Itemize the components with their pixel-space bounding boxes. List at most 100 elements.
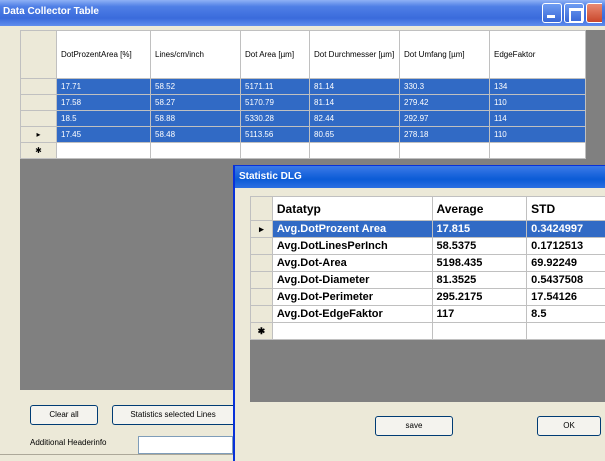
row-header-corner: [250, 196, 273, 221]
row-header[interactable]: [20, 94, 57, 111]
table-cell[interactable]: Avg.Dot-Diameter: [271, 271, 433, 289]
column-header[interactable]: Dot Area [µm]: [240, 30, 310, 79]
table-row[interactable]: ▸ 17.45 58.48 5113.56 80.65 278.18 110: [20, 126, 586, 143]
table-cell[interactable]: Avg.Dot-EdgeFaktor: [271, 305, 433, 323]
table-cell[interactable]: [526, 322, 605, 340]
current-row-indicator[interactable]: ▸: [250, 220, 273, 238]
table-cell[interactable]: 58.48: [150, 126, 241, 143]
dialog-title: Statistic DLG: [239, 171, 302, 182]
table-cell[interactable]: [489, 142, 586, 159]
column-header[interactable]: DotProzentArea [%]: [56, 30, 151, 79]
statistic-grid[interactable]: Datatyp Average STD ▸ Avg.DotProzent Are…: [250, 196, 605, 402]
row-header[interactable]: [250, 237, 273, 255]
table-cell[interactable]: [431, 322, 528, 340]
window-title: Data Collector Table: [3, 6, 99, 17]
current-row-indicator[interactable]: ▸: [20, 126, 57, 143]
table-cell[interactable]: 81.3525: [431, 271, 528, 289]
table-cell[interactable]: [240, 142, 310, 159]
table-cell[interactable]: 279.42: [399, 94, 490, 111]
row-header[interactable]: [250, 254, 273, 272]
table-row[interactable]: Avg.Dot-EdgeFaktor 117 8.5: [250, 305, 605, 323]
table-cell[interactable]: 292.97: [399, 110, 490, 127]
table-row[interactable]: Avg.DotLinesPerInch 58.5375 0.1712513: [250, 237, 605, 255]
table-cell[interactable]: 134: [489, 78, 586, 95]
table-cell[interactable]: 117: [431, 305, 528, 323]
table-row[interactable]: 17.71 58.52 5171.11 81.14 330.3 134: [20, 78, 586, 95]
table-cell[interactable]: 114: [489, 110, 586, 127]
table-cell[interactable]: 69.92249: [526, 254, 605, 272]
table-row[interactable]: ▸ Avg.DotProzent Area 17.815 0.3424997: [250, 220, 605, 238]
table-cell[interactable]: 110: [489, 126, 586, 143]
table-cell[interactable]: 5198.435: [431, 254, 528, 272]
table-cell[interactable]: 17.54126: [526, 288, 605, 306]
table-cell[interactable]: [56, 142, 151, 159]
table-cell[interactable]: [271, 322, 433, 340]
additional-headerinfo-field[interactable]: [138, 436, 233, 454]
table-cell[interactable]: 5171.11: [240, 78, 310, 95]
table-cell[interactable]: 18.5: [56, 110, 151, 127]
table-row[interactable]: 18.5 58.88 5330.28 82.44 292.97 114: [20, 110, 586, 127]
table-cell[interactable]: [150, 142, 241, 159]
column-header[interactable]: Average: [431, 196, 528, 221]
table-cell[interactable]: 5113.56: [240, 126, 310, 143]
table-cell[interactable]: 17.45: [56, 126, 151, 143]
statistic-dialog: Statistic DLG Datatyp Average STD ▸ Avg.…: [233, 165, 605, 461]
table-cell[interactable]: 17.71: [56, 78, 151, 95]
column-header[interactable]: EdgeFaktor: [489, 30, 586, 79]
table-cell[interactable]: Avg.DotProzent Area: [271, 220, 433, 238]
table-cell[interactable]: 5170.79: [240, 94, 310, 111]
table-cell[interactable]: 110: [489, 94, 586, 111]
column-header[interactable]: Dot Durchmesser [µm]: [309, 30, 400, 79]
table-cell[interactable]: Avg.Dot-Area: [271, 254, 433, 272]
grid-header-row: Datatyp Average STD: [250, 196, 605, 221]
table-cell[interactable]: 330.3: [399, 78, 490, 95]
table-cell[interactable]: 295.2175: [431, 288, 528, 306]
table-row[interactable]: Avg.Dot-Area 5198.435 69.92249: [250, 254, 605, 272]
table-cell[interactable]: Avg.DotLinesPerInch: [271, 237, 433, 255]
row-header[interactable]: [250, 305, 273, 323]
table-cell[interactable]: [399, 142, 490, 159]
table-row[interactable]: 17.58 58.27 5170.79 81.14 279.42 110: [20, 94, 586, 111]
table-cell[interactable]: 0.5437508: [526, 271, 605, 289]
table-cell[interactable]: 17.58: [56, 94, 151, 111]
clear-all-button[interactable]: Clear all: [30, 405, 98, 425]
table-cell[interactable]: 81.14: [309, 78, 400, 95]
table-cell[interactable]: [309, 142, 400, 159]
close-icon[interactable]: [586, 3, 602, 23]
table-cell[interactable]: 0.1712513: [526, 237, 605, 255]
table-cell[interactable]: 58.52: [150, 78, 241, 95]
column-header[interactable]: Lines/cm/inch: [150, 30, 241, 79]
table-cell[interactable]: 0.3424997: [526, 220, 605, 238]
statistics-selected-lines-button[interactable]: Statistics selected Lines: [112, 405, 233, 425]
table-cell[interactable]: 278.18: [399, 126, 490, 143]
maximize-icon[interactable]: [564, 3, 584, 23]
new-row[interactable]: ✱: [20, 142, 586, 159]
ok-button[interactable]: OK: [537, 416, 601, 436]
row-header[interactable]: [20, 78, 57, 95]
table-cell[interactable]: Avg.Dot-Perimeter: [271, 288, 433, 306]
window-title-bar: Data Collector Table: [0, 0, 605, 26]
table-cell[interactable]: 58.5375: [431, 237, 528, 255]
table-cell[interactable]: 58.88: [150, 110, 241, 127]
grid-header-row: DotProzentArea [%] Lines/cm/inch Dot Are…: [20, 30, 586, 79]
row-header[interactable]: [250, 271, 273, 289]
row-header[interactable]: [20, 110, 57, 127]
minimize-icon[interactable]: [542, 3, 562, 23]
table-cell[interactable]: 5330.28: [240, 110, 310, 127]
table-cell[interactable]: 17.815: [431, 220, 528, 238]
table-cell[interactable]: 81.14: [309, 94, 400, 111]
column-header[interactable]: STD: [526, 196, 605, 221]
table-cell[interactable]: 8.5: [526, 305, 605, 323]
save-button[interactable]: save: [375, 416, 453, 436]
table-cell[interactable]: 58.27: [150, 94, 241, 111]
table-row[interactable]: Avg.Dot-Perimeter 295.2175 17.54126: [250, 288, 605, 306]
table-row[interactable]: Avg.Dot-Diameter 81.3525 0.5437508: [250, 271, 605, 289]
row-header[interactable]: [250, 288, 273, 306]
table-cell[interactable]: 80.65: [309, 126, 400, 143]
new-row[interactable]: ✱: [250, 322, 605, 340]
dialog-title-bar: Statistic DLG: [235, 166, 605, 188]
new-row-icon: ✱: [250, 322, 273, 340]
column-header[interactable]: Datatyp: [271, 196, 433, 221]
column-header[interactable]: Dot Umfang [µm]: [399, 30, 490, 79]
table-cell[interactable]: 82.44: [309, 110, 400, 127]
